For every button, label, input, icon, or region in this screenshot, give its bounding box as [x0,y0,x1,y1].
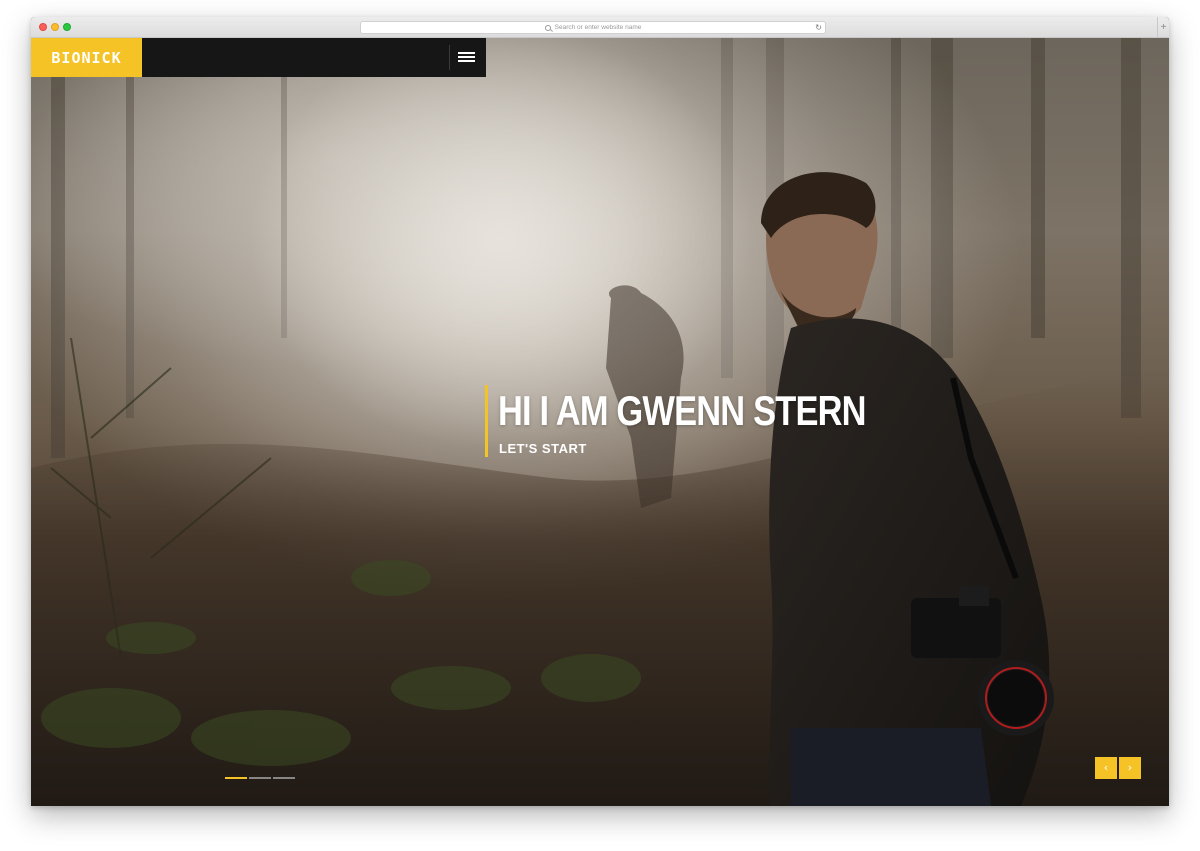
address-placeholder: Search or enter website name [554,24,642,31]
slide-indicator-3[interactable] [273,777,295,779]
slide-indicator-1[interactable] [225,777,247,779]
maximize-window-icon[interactable] [63,23,71,31]
lets-start-link[interactable]: LET'S START [499,441,587,456]
prev-slide-button[interactable]: ‹ [1095,757,1117,779]
browser-window: Search or enter website name ↻ + BIONICK… [31,17,1169,806]
headline-accent-bar [485,385,488,457]
menu-divider [449,45,450,70]
hamburger-icon[interactable] [458,50,477,65]
new-tab-icon[interactable]: + [1157,17,1169,38]
site-logo[interactable]: BIONICK [31,38,142,77]
close-window-icon[interactable] [39,23,47,31]
hero-section: BIONICK HI I AM GWENN STERN LET'S START … [31,38,1169,806]
slide-indicators [225,777,295,780]
address-bar[interactable]: Search or enter website name ↻ [360,21,826,34]
browser-titlebar: Search or enter website name ↻ + [31,17,1169,38]
minimize-window-icon[interactable] [51,23,59,31]
site-header: BIONICK [31,38,486,77]
slide-indicator-2[interactable] [249,777,271,779]
next-slide-button[interactable]: › [1119,757,1141,779]
hero-title: HI I AM GWENN STERN [498,387,867,434]
search-icon [544,24,551,31]
reload-icon[interactable]: ↻ [815,23,822,33]
